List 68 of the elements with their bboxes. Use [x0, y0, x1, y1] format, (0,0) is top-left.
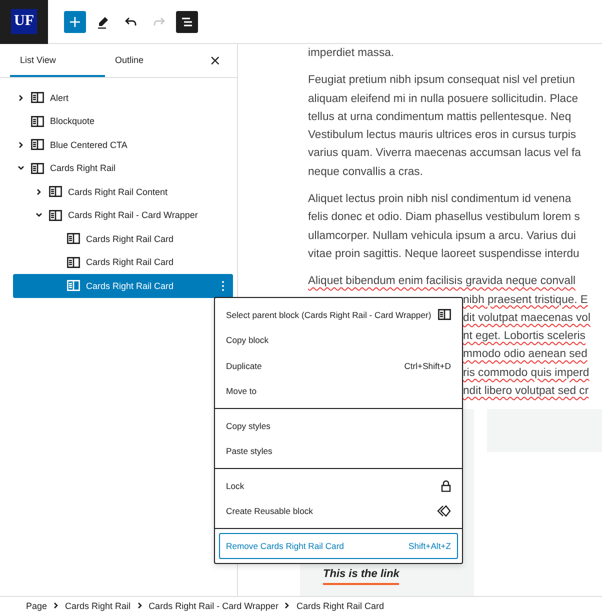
block-icon — [31, 162, 44, 174]
menu-item[interactable]: Paste styles — [219, 438, 458, 464]
paragraph-line: varius quam. Viverra maecenas accumsan lacus vel fa — [308, 146, 581, 162]
list-view-item[interactable]: Cards Right Rail Card — [13, 227, 233, 250]
breadcrumb-link[interactable]: Page — [26, 600, 48, 610]
menu-item[interactable]: Remove Cards Right Rail Card Shift+Alt+Z — [219, 533, 458, 558]
menu-item[interactable]: Duplicate Ctrl+Shift+D — [219, 353, 458, 378]
sidebar-tab[interactable]: List View — [10, 44, 105, 77]
menu-item[interactable]: Move to — [219, 378, 458, 404]
block-icon — [67, 280, 80, 292]
paragraph-line: aliquam eleifend mi in nulla posuere sollicitudin. Place — [308, 92, 578, 107]
paragraph-line: neque convallis a cras. — [308, 164, 423, 180]
list-view-item[interactable]: Alert — [13, 86, 233, 110]
close-button[interactable]: × — [203, 44, 227, 77]
paragraph-line: imperdiet massa. — [308, 46, 394, 61]
list-view-item[interactable]: Cards Right Rail - Card Wrapper — [13, 204, 233, 227]
chevron-icon[interactable] — [35, 211, 43, 220]
breadcrumb-link[interactable]: Cards Right Rail — [65, 600, 131, 610]
breadcrumb-link[interactable]: Cards Right Rail - Card Wrapper — [148, 600, 278, 610]
block-icon — [438, 309, 451, 320]
chevron-icon — [53, 602, 60, 609]
site-logo[interactable]: UF — [0, 0, 48, 44]
menu-item[interactable]: Select parent block (Cards Right Rail - Card Wrapper) — [219, 302, 458, 328]
chevron-icon[interactable] — [17, 140, 25, 149]
menu-item[interactable]: Lock — [219, 473, 458, 498]
paragraph-line: Vestibulum lectus mauris ultrices eros in cursus turpis — [308, 128, 576, 144]
paragraph-line: nibh praesent tristique. E — [463, 292, 588, 308]
menu-item[interactable]: Copy block — [219, 328, 458, 353]
block-icon — [67, 256, 80, 268]
chevron-icon[interactable] — [35, 188, 43, 196]
paragraph-line: ndit libero volutpat sed cr — [463, 384, 589, 400]
card-link[interactable]: This is the link — [323, 568, 400, 586]
paragraph-line: Aliquet bibendum enim facilisis gravida neque convall — [308, 274, 576, 290]
sidebar-tab[interactable]: Outline — [105, 44, 200, 77]
lock-icon — [441, 480, 451, 492]
block-icon — [49, 186, 62, 198]
list-view-icon[interactable] — [176, 10, 198, 32]
paragraph-line: ris commodo quis imperd — [463, 366, 590, 381]
more-options-icon[interactable] — [221, 280, 225, 292]
block-icon — [31, 139, 44, 150]
list-view-item[interactable]: Cards Right Rail — [13, 156, 233, 180]
list-view-item[interactable]: Cards Right Rail Card — [13, 250, 233, 274]
chevron-icon[interactable] — [17, 164, 25, 172]
menu-item[interactable]: Copy styles — [219, 413, 458, 438]
add-block-button[interactable]: + — [64, 10, 86, 32]
menu-item[interactable]: Create Reusable block — [219, 498, 458, 524]
block-icon — [31, 116, 44, 127]
paragraph-line: dit volutpat maecenas vol — [463, 310, 590, 326]
chevron-icon — [284, 602, 290, 609]
block-icon — [67, 233, 80, 244]
paragraph-line: Feugiat pretium nibh ipsum consequat nisl vel pretiun — [308, 73, 575, 88]
diamond-arrows-icon — [437, 505, 451, 518]
list-view-item[interactable]: Cards Right Rail Content — [13, 180, 233, 204]
chevron-icon[interactable] — [17, 94, 25, 102]
paragraph-line: felis donec et odio. Diam phasellus vestibulum lorem s — [308, 210, 580, 226]
list-view-item[interactable]: Cards Right Rail Card — [13, 274, 233, 298]
list-view-item[interactable]: Blockquote — [13, 110, 233, 133]
paragraph-line: Aliquet lectus proin nibh nisl condimentum id venena — [308, 192, 572, 208]
paragraph-line: nt eget. Lobortis sceleris — [463, 329, 586, 344]
paragraph-line: ullamcorper. Nullam vehicula ipsum a arcu. Varius dui — [308, 228, 576, 244]
block-icon — [31, 92, 44, 104]
breadcrumb-link[interactable]: Cards Right Rail Card — [296, 600, 384, 610]
paragraph-line: vitae proin sagittis. Neque laoreet suspendisse interdu — [308, 246, 580, 262]
chevron-icon — [136, 602, 143, 609]
paragraph-line: mmodo odio aenean sed — [463, 347, 588, 362]
paragraph-line: tellus at urna condimentum mattis pellentesque. Neq — [308, 110, 572, 125]
block-icon — [49, 210, 62, 221]
list-view-item[interactable]: Blue Centered CTA — [13, 133, 233, 156]
